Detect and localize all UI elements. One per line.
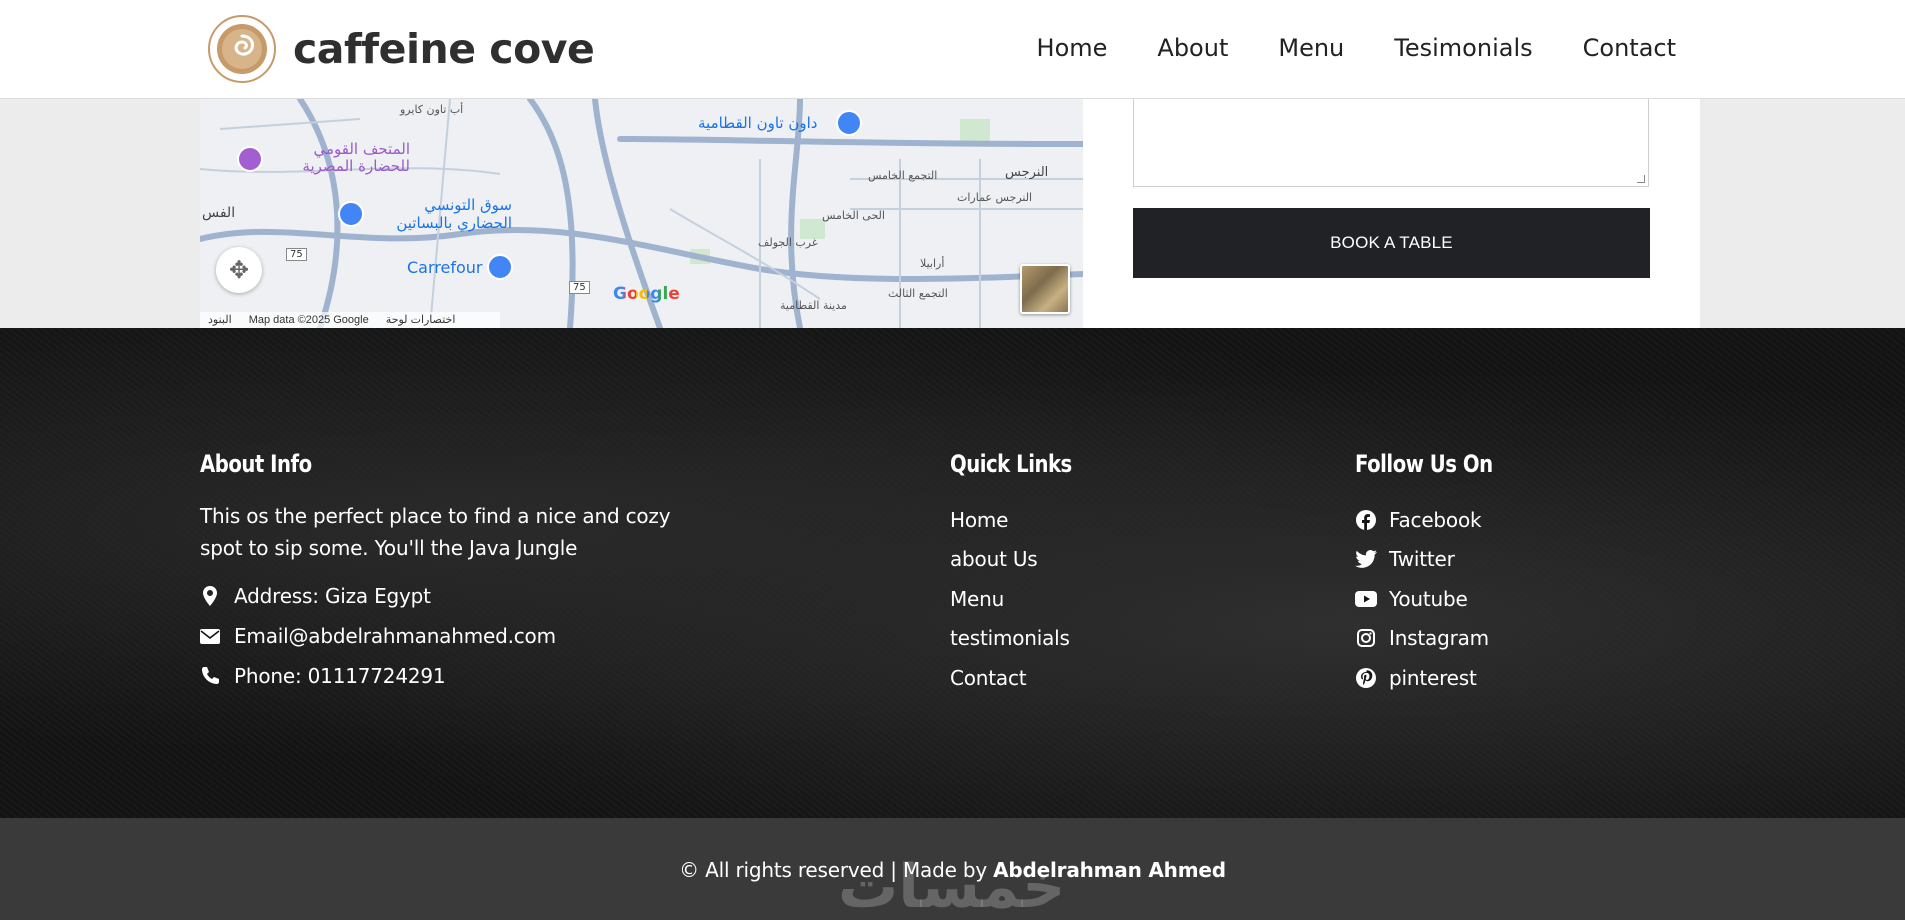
satellite-toggle[interactable] <box>1020 264 1070 314</box>
facebook-icon <box>1355 509 1377 530</box>
map-label-narges2: النرجس <box>1005 165 1049 180</box>
nav-menu[interactable]: Menu <box>1278 34 1344 62</box>
social-instagram[interactable]: Instagram <box>1355 619 1523 659</box>
site-footer: About Info This os the perfect place to … <box>0 328 1905 818</box>
map-data-credit: Map data ©2025 Google <box>248 314 369 326</box>
google-map[interactable]: المتحف القومي للحضارة المصرية سوق التونس… <box>200 99 1083 328</box>
facebook-label: Facebook <box>1389 507 1482 532</box>
address-row: Address: Giza Egypt <box>200 576 700 616</box>
map-road-75-b: 75 <box>569 281 590 294</box>
main-nav: Home About Menu Tesimonials Contact <box>1037 34 1676 62</box>
copyright-bar: © All rights reserved | Made by Abdelrah… <box>0 818 1905 920</box>
nav-testimonials[interactable]: Tesimonials <box>1394 34 1532 62</box>
brand-name: caffeine cove <box>293 25 595 73</box>
youtube-icon <box>1355 590 1377 607</box>
nav-home[interactable]: Home <box>1037 34 1108 62</box>
nav-contact[interactable]: Contact <box>1583 34 1676 62</box>
pinterest-label: pinterest <box>1389 665 1477 690</box>
map-label-souq: سوق التونسي الحضاري بالبساتين <box>396 196 512 232</box>
map-label-golf: غرب الجولف <box>758 236 818 249</box>
social-pinterest[interactable]: pinterest <box>1355 658 1523 698</box>
youtube-label: Youtube <box>1389 586 1468 611</box>
museum-pin-icon <box>237 146 263 172</box>
instagram-label: Instagram <box>1389 626 1489 651</box>
envelope-icon <box>200 628 220 644</box>
map-attribution: البنود Map data ©2025 Google اختصارات لو… <box>200 312 500 328</box>
footer-link-home[interactable]: Home <box>950 500 1099 540</box>
message-textarea[interactable] <box>1133 95 1649 187</box>
site-header: caffeine cove Home About Menu Tesimonial… <box>0 0 1905 99</box>
carrefour-pin-icon <box>487 254 513 280</box>
twitter-label: Twitter <box>1389 547 1455 572</box>
map-label-arabella: أرابيلا <box>920 257 945 270</box>
downtown-pin-icon <box>836 110 862 136</box>
twitter-icon <box>1355 550 1377 569</box>
social-twitter[interactable]: Twitter <box>1355 540 1523 580</box>
social-facebook[interactable]: Facebook <box>1355 500 1523 540</box>
resize-grip-icon[interactable] <box>1637 175 1645 183</box>
page: caffeine cove Home About Menu Tesimonial… <box>0 0 1905 920</box>
map-label-qattameya: مدينة القطامية <box>780 299 847 312</box>
copyright-prefix: © All rights reserved | Made by <box>679 858 994 882</box>
author-name[interactable]: Abdelrahman Ahmed <box>993 858 1226 882</box>
pinterest-icon <box>1355 667 1377 688</box>
email-text[interactable]: Email@abdelrahmanahmed.com <box>234 624 556 648</box>
map-road-75-a: 75 <box>286 248 307 261</box>
map-label-hay: الحى الخامس <box>822 209 885 222</box>
nav-about[interactable]: About <box>1157 34 1228 62</box>
instagram-icon <box>1355 629 1377 648</box>
map-pan-control-icon[interactable]: ✥ <box>216 247 262 293</box>
email-row: Email@abdelrahmanahmed.com <box>200 616 700 656</box>
map-label-third: التجمع الثالث <box>888 287 948 300</box>
map-label-fifth: التجمع الخامس <box>868 169 938 182</box>
book-table-button[interactable]: BOOK A TABLE <box>1133 208 1650 278</box>
phone-icon <box>200 666 220 686</box>
quick-links-heading: Quick Links <box>950 450 1072 478</box>
booking-section: المتحف القومي للحضارة المصرية سوق التونس… <box>0 95 1905 328</box>
souq-pin-icon <box>338 201 364 227</box>
map-label-carrefour: Carrefour <box>407 258 483 277</box>
brand-logo[interactable]: caffeine cove <box>207 14 595 84</box>
footer-link-testimonials[interactable]: testimonials <box>950 619 1099 659</box>
quick-links-column: Quick Links Home about Us Menu testimoni… <box>950 450 1099 698</box>
about-info-column: About Info This os the perfect place to … <box>200 450 700 696</box>
phone-row: Phone: 01117724291 <box>200 656 700 696</box>
map-label-narges: النرجس عمارات <box>957 191 1033 204</box>
phone-text[interactable]: Phone: 01117724291 <box>234 664 446 688</box>
map-label-downtown: داون تاون القطامية <box>698 114 818 132</box>
address-text: Address: Giza Egypt <box>234 584 431 608</box>
footer-link-about[interactable]: about Us <box>950 540 1099 580</box>
follow-heading: Follow Us On <box>1355 450 1493 478</box>
footer-link-menu[interactable]: Menu <box>950 579 1099 619</box>
google-watermark: Google <box>613 284 680 304</box>
coffee-cup-logo-icon <box>208 15 276 83</box>
footer-link-contact[interactable]: Contact <box>950 658 1099 698</box>
social-youtube[interactable]: Youtube <box>1355 579 1523 619</box>
copyright-text: © All rights reserved | Made by Abdelrah… <box>679 858 1226 920</box>
about-text: This os the perfect place to find a nice… <box>200 504 671 560</box>
follow-us-column: Follow Us On Facebook Twitter Youtube In… <box>1355 450 1523 698</box>
map-label-fas: الفس <box>202 205 236 221</box>
map-label-abtown: أب تاون كايرو <box>400 103 464 116</box>
about-heading: About Info <box>200 450 312 478</box>
map-pin-icon <box>200 586 220 606</box>
google-watermark-text: Google <box>613 284 680 304</box>
map-label-museum: المتحف القومي للحضارة المصرية <box>302 140 410 175</box>
map-terms-link[interactable]: البنود <box>208 314 232 326</box>
